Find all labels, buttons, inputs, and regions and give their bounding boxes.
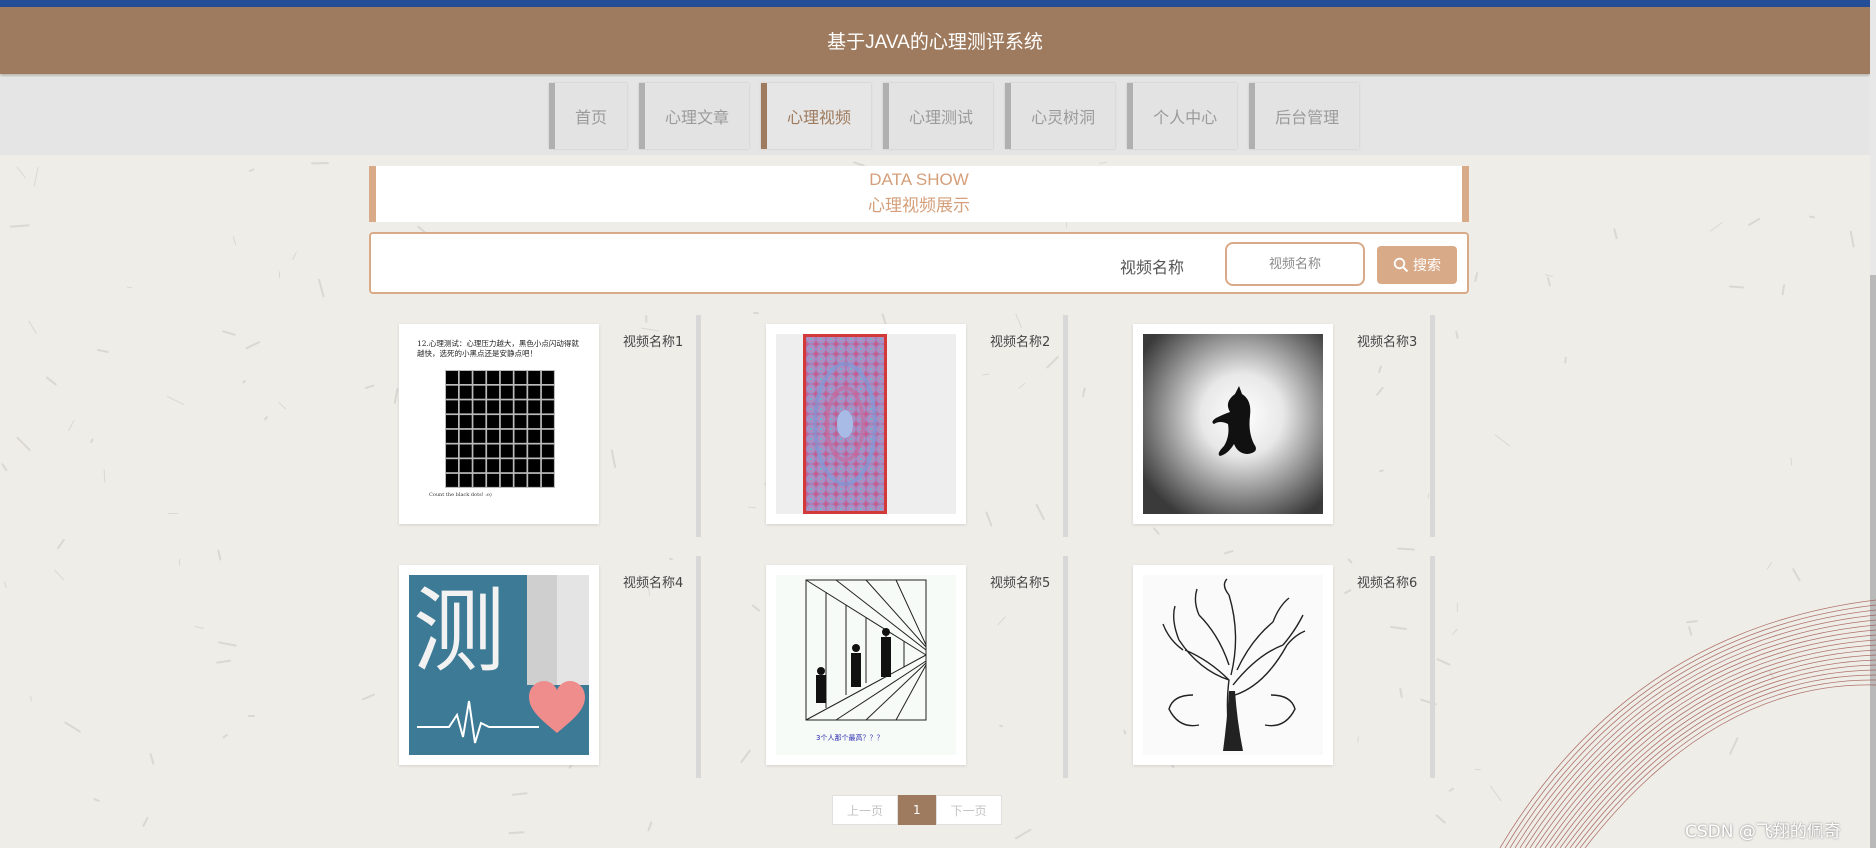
nav-item-admin[interactable]: 后台管理 [1249, 83, 1360, 149]
search-icon [1393, 257, 1409, 273]
video-thumbnail[interactable] [1133, 324, 1333, 524]
spinning-cat-image [1143, 334, 1323, 514]
test-heart-logo-image: 测 [409, 575, 589, 755]
search-button[interactable]: 搜索 [1377, 246, 1457, 284]
video-name[interactable]: 视频名称1 [623, 331, 683, 350]
nav-item-treehole[interactable]: 心灵树洞 [1005, 83, 1116, 149]
video-thumbnail[interactable]: 测 [399, 565, 599, 765]
faces-tree-image [1143, 575, 1323, 755]
nav-item-personal-center[interactable]: 个人中心 [1127, 83, 1238, 149]
card-divider [1430, 556, 1435, 778]
site-title: 基于JAVA的心理测评系统 [827, 32, 1043, 53]
page-number-current[interactable]: 1 [898, 795, 936, 825]
card-divider [696, 315, 701, 537]
nav-item-videos[interactable]: 心理视频 [761, 83, 872, 149]
video-card[interactable]: 测 视频名称4 [371, 556, 701, 778]
decorative-arcs [1499, 599, 1876, 848]
nav-item-articles[interactable]: 心理文章 [639, 83, 750, 149]
video-thumbnail[interactable]: 3个人那个最高？？？ [766, 565, 966, 765]
video-card[interactable]: 视频名称3 [1105, 315, 1435, 537]
search-button-label: 搜索 [1413, 258, 1441, 274]
section-title-box: DATA SHOW 心理视频展示 [369, 166, 1469, 222]
next-page-button[interactable]: 下一页 [935, 795, 1002, 825]
search-label: 视频名称 [1119, 258, 1184, 277]
section-title-en: DATA SHOW [869, 170, 969, 189]
video-name[interactable]: 视频名称6 [1357, 572, 1417, 591]
video-thumbnail[interactable] [1133, 565, 1333, 765]
nav-item-home[interactable]: 首页 [549, 83, 628, 149]
nav-item-tests[interactable]: 心理测试 [883, 83, 994, 149]
video-name[interactable]: 视频名称5 [990, 572, 1050, 591]
video-card[interactable]: 视频名称6 [1105, 556, 1435, 778]
video-name[interactable]: 视频名称4 [623, 572, 683, 591]
video-card[interactable]: 3个人那个最高？？？ 视频名称5 [738, 556, 1068, 778]
card-divider [1063, 556, 1068, 778]
section-title-cn: 心理视频展示 [868, 196, 970, 216]
prev-page-button[interactable]: 上一页 [832, 795, 899, 825]
card-divider [1430, 315, 1435, 537]
watermark-text: CSDN @飞翔的佩奇 [1685, 822, 1841, 842]
optical-illusion-image [776, 334, 956, 514]
video-thumbnail[interactable]: 12.心理测试：心理压力越大，黑色小点闪动得就越快，选死的小黑点还是安静点吧！ … [399, 324, 599, 524]
site-header: 基于JAVA的心理测评系统 [0, 7, 1870, 74]
video-thumbnail[interactable] [766, 324, 966, 524]
nav-menu: 首页 心理文章 心理视频 心理测试 心灵树洞 个人中心 后台管理 [549, 83, 1360, 149]
corridor-illusion-image: 3个人那个最高？？？ [776, 575, 956, 755]
video-card[interactable]: 视频名称2 [738, 315, 1068, 537]
video-name[interactable]: 视频名称2 [990, 331, 1050, 350]
pagination: 上一页 1 下一页 [832, 795, 1002, 825]
video-card[interactable]: 12.心理测试：心理压力越大，黑色小点闪动得就越快，选死的小黑点还是安静点吧！ … [371, 315, 701, 537]
card-divider [696, 556, 701, 778]
search-input[interactable] [1225, 242, 1365, 286]
search-panel: 视频名称 搜索 [369, 232, 1469, 294]
top-accent-bar [0, 0, 1876, 7]
black-dots-grid-image: 12.心理测试：心理压力越大，黑色小点闪动得就越快，选死的小黑点还是安静点吧！ … [409, 334, 589, 514]
video-name[interactable]: 视频名称3 [1357, 331, 1417, 350]
card-divider [1063, 315, 1068, 537]
nav-bar: 首页 心理文章 心理视频 心理测试 心灵树洞 个人中心 后台管理 [0, 77, 1870, 155]
